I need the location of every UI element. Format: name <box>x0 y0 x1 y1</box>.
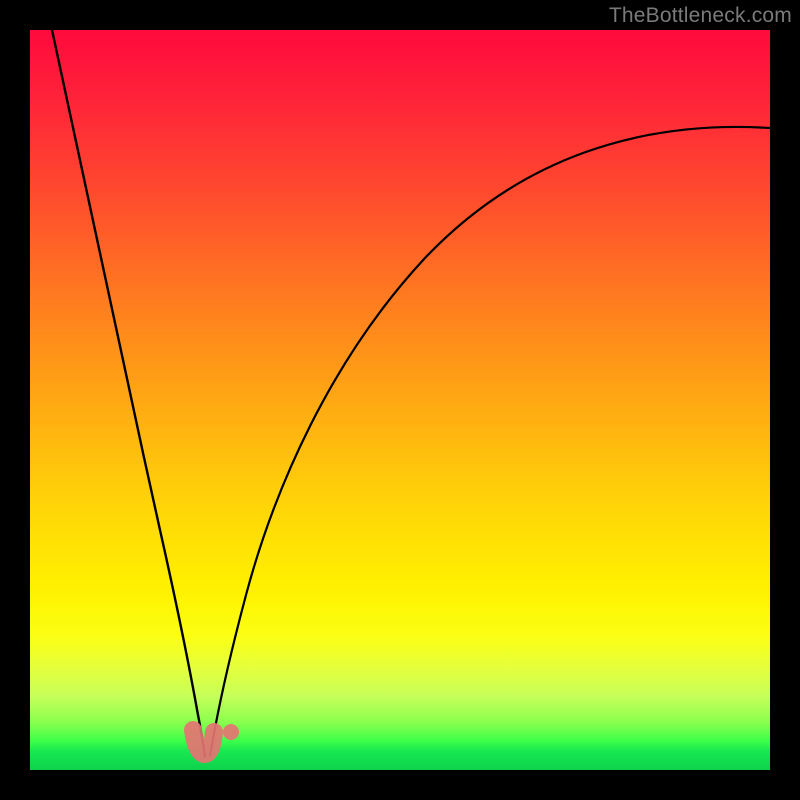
curve-right-branch <box>210 127 770 756</box>
plot-area <box>30 30 770 770</box>
valley-highlight-dot <box>223 724 239 740</box>
valley-highlight-u <box>193 730 214 754</box>
curve-left-branch <box>52 30 205 757</box>
watermark-text: TheBottleneck.com <box>609 4 792 28</box>
curves-svg <box>30 30 770 770</box>
chart-frame: TheBottleneck.com <box>0 0 800 800</box>
